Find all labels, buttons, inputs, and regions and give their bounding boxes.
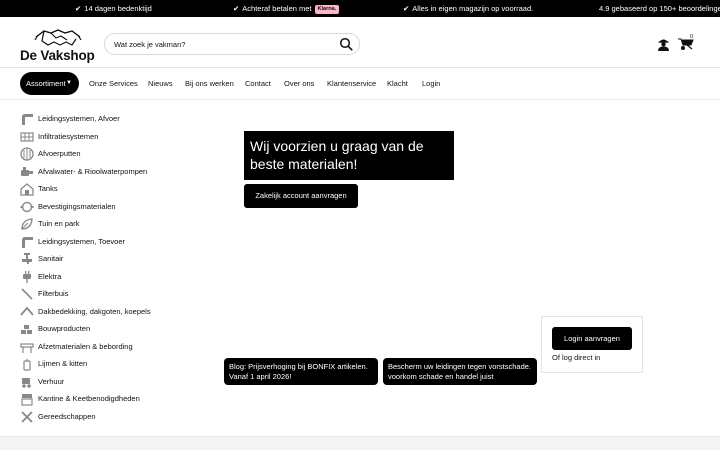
site-logo[interactable]: De Vakshop — [20, 23, 96, 63]
rental-machine-icon — [22, 377, 31, 388]
category-tuin-en-park[interactable]: Tuin en park — [20, 216, 220, 232]
direct-login-link[interactable]: Of log direct in — [552, 353, 600, 363]
account-icon[interactable] — [656, 36, 671, 51]
filter-pipe-icon — [21, 288, 33, 300]
category-afzetmaterialen[interactable]: Afzetmaterialen & bebording — [20, 339, 220, 355]
klarna-logo: Klarna. — [314, 5, 340, 14]
category-kantine-keet[interactable]: Kantine & Keetbenodigdheden — [20, 391, 220, 407]
usp-voorraad: ✔ Alles in eigen magazijn op voorraad. — [403, 4, 534, 13]
category-afvoerputten[interactable]: Afvoerputten — [20, 146, 220, 162]
assortiment-menu-button[interactable]: Assortiment ▼ — [20, 72, 79, 95]
pump-icon — [21, 166, 33, 176]
login-aanvragen-button[interactable]: Login aanvragen — [552, 327, 632, 350]
chevron-down-icon: ▼ — [66, 80, 72, 86]
check-icon: ✔ — [75, 4, 82, 13]
category-sanitair[interactable]: Sanitair — [20, 251, 220, 267]
clamp-icon — [20, 201, 34, 212]
roof-icon — [20, 306, 34, 316]
nav-onze-services[interactable]: Onze Services — [89, 69, 138, 100]
usp-bar: ✔ 14 dagen bedenktijd ✔ Achteraf betalen m… — [0, 0, 720, 17]
check-icon: ✔ — [403, 4, 410, 13]
nav-contact[interactable]: Contact — [245, 69, 271, 100]
handshake-logo-icon — [34, 29, 82, 46]
search-bar — [104, 33, 360, 55]
site-header: De Vakshop 0 — [0, 17, 720, 68]
zakelijk-account-button[interactable]: Zakelijk account aanvragen — [244, 184, 358, 208]
category-elektra[interactable]: Elektra — [20, 269, 220, 285]
blog-card-vorstschade[interactable]: Bescherm uw leidingen tegen vorstschade.… — [383, 358, 537, 385]
category-afvalwater-pompen[interactable]: Afvalwater- & Rioolwaterpompen — [20, 164, 220, 180]
category-gereedschappen[interactable]: Gereedschappen — [20, 409, 220, 425]
plug-icon — [23, 270, 31, 283]
garden-icon — [21, 218, 33, 230]
usp-bedenktijd: ✔ 14 dagen bedenktijd — [75, 4, 152, 13]
login-box: Login aanvragen Of log direct in — [541, 316, 643, 373]
barrier-icon — [20, 342, 34, 353]
category-bevestigingsmaterialen[interactable]: Bevestigingsmaterialen — [20, 199, 220, 215]
building-products-icon — [21, 325, 32, 334]
check-icon: ✔ — [233, 4, 240, 13]
supply-pipe-icon — [22, 236, 33, 248]
category-leidingsystemen-toevoer[interactable]: Leidingsystemen, Toevoer — [20, 234, 220, 250]
tools-icon — [21, 410, 33, 423]
hero-title: Wij voorzien u graag van de beste materi… — [244, 131, 454, 180]
nav-over-ons[interactable]: Over ons — [284, 69, 314, 100]
nav-klantenservice[interactable]: Klantenservice — [327, 69, 376, 100]
category-tanks[interactable]: Tanks — [20, 181, 220, 197]
search-icon[interactable] — [339, 37, 353, 51]
usp-beoordelingen[interactable]: 4.9 gebaseerd op 150+ beoordelingen — [599, 0, 720, 17]
tank-icon — [20, 183, 34, 196]
pipe-elbow-icon — [22, 114, 33, 125]
faucet-icon — [22, 253, 32, 264]
category-dakbedekking[interactable]: Dakbedekking, dakgoten, koepels — [20, 304, 220, 320]
glue-bottle-icon — [23, 358, 31, 371]
usp-achteraf-betalen: ✔ Achteraf betalen met Klarna. — [233, 0, 340, 17]
footer-strip — [0, 436, 720, 450]
nav-login[interactable]: Login — [422, 69, 440, 100]
category-verhuur[interactable]: Verhuur — [20, 374, 220, 390]
category-bouwproducten[interactable]: Bouwproducten — [20, 321, 220, 337]
nav-bij-ons-werken[interactable]: Bij ons werken — [185, 69, 234, 100]
cart-count: 0 — [690, 34, 694, 40]
category-infiltratiesystemen[interactable]: Infiltratiesystemen — [20, 129, 220, 145]
drain-grate-icon — [20, 147, 34, 161]
category-leidingsystemen-afvoer[interactable]: Leidingsystemen, Afvoer — [20, 111, 220, 127]
infiltration-crate-icon — [20, 131, 34, 142]
nav-nieuws[interactable]: Nieuws — [148, 69, 173, 100]
category-filterbuis[interactable]: Filterbuis — [20, 286, 220, 302]
category-lijmen-kitten[interactable]: Lijmen & kitten — [20, 356, 220, 372]
nav-klacht[interactable]: Klacht — [387, 69, 408, 100]
main-nav: Assortiment ▼ Onze Services Nieuws Bij o… — [0, 69, 720, 100]
search-input[interactable] — [114, 37, 334, 52]
blog-card-prijsverhoging[interactable]: Blog: Prijsverhoging bij BONFIX artikele… — [224, 358, 378, 385]
canteen-icon — [21, 394, 33, 406]
logo-text: De Vakshop — [20, 48, 95, 63]
